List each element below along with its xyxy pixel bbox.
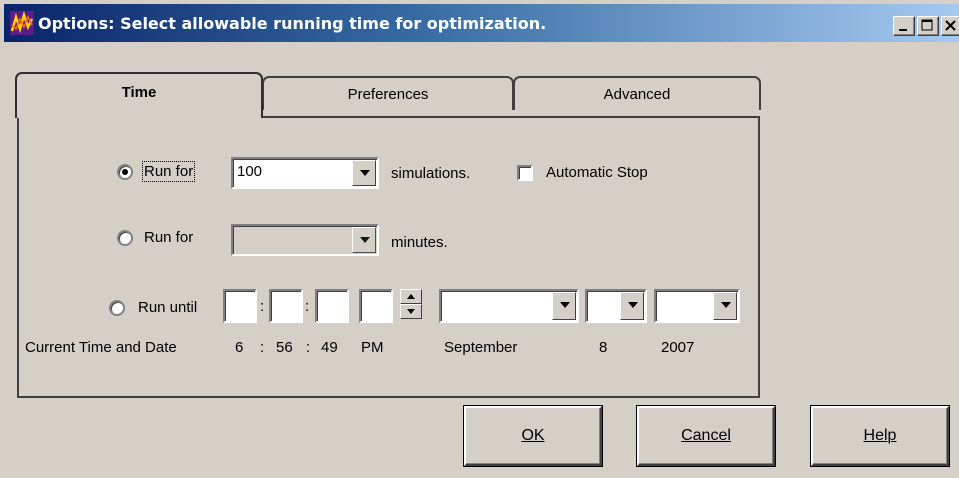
tab-preferences[interactable]: Preferences <box>262 76 514 110</box>
until-month-dropdown[interactable] <box>439 289 579 323</box>
current-year: 2007 <box>661 339 695 356</box>
close-button[interactable] <box>941 16 959 36</box>
current-separator-1: : <box>260 339 265 356</box>
run-for-simulations-radio[interactable] <box>117 164 133 180</box>
until-year-dropdown[interactable] <box>654 289 740 323</box>
until-second-field[interactable] <box>315 289 349 323</box>
title-bar[interactable]: Options: Select allowable running time f… <box>4 4 959 42</box>
until-ampm-field[interactable] <box>359 289 393 323</box>
tab-advanced-label: Advanced <box>603 85 671 103</box>
current-day: 8 <box>599 339 608 356</box>
simulations-value: 100 <box>237 163 263 180</box>
run-until-label[interactable]: Run until <box>138 299 197 316</box>
run-until-radio[interactable] <box>109 300 125 316</box>
maximize-button[interactable] <box>917 16 939 36</box>
run-for-minutes-radio[interactable] <box>117 230 133 246</box>
current-second: 49 <box>321 339 338 356</box>
minutes-suffix: minutes. <box>391 234 448 251</box>
ok-button-label: OK <box>521 427 545 444</box>
chevron-down-icon[interactable] <box>352 227 376 253</box>
spin-down-icon[interactable] <box>400 304 422 319</box>
minimize-icon <box>899 29 907 31</box>
help-button-label: Help <box>863 427 897 444</box>
cancel-button-label: Cancel <box>681 427 731 444</box>
current-hour: 6 <box>235 339 244 356</box>
until-day-dropdown[interactable] <box>585 289 647 323</box>
tab-advanced[interactable]: Advanced <box>513 76 761 110</box>
chevron-down-icon[interactable] <box>713 292 737 320</box>
chevron-down-icon[interactable] <box>620 292 644 320</box>
close-icon <box>945 20 956 31</box>
run-for-simulations-label[interactable]: Run for <box>141 161 196 182</box>
until-minute-field[interactable] <box>269 289 303 323</box>
until-separator-1: : <box>260 298 265 315</box>
until-hour-field[interactable] <box>223 289 257 323</box>
cancel-button[interactable]: Cancel <box>637 406 775 466</box>
window-title: Options: Select allowable running time f… <box>38 13 547 33</box>
chevron-down-icon[interactable] <box>352 160 376 186</box>
ok-button[interactable]: OK <box>464 406 602 466</box>
run-for-minutes-label[interactable]: Run for <box>144 229 193 246</box>
current-month: September <box>444 339 518 356</box>
help-button[interactable]: Help <box>811 406 949 466</box>
tab-time[interactable]: Time <box>15 72 263 118</box>
until-separator-2: : <box>305 298 310 315</box>
automatic-stop-checkbox[interactable] <box>517 165 533 181</box>
tab-time-label: Time <box>121 83 157 101</box>
simulations-dropdown[interactable]: 100 <box>231 157 379 189</box>
current-separator-2: : <box>306 339 311 356</box>
simulations-suffix: simulations. <box>391 165 471 182</box>
current-time-label: Current Time and Date <box>25 339 177 356</box>
app-icon <box>10 11 34 35</box>
until-time-spinner[interactable] <box>400 289 422 323</box>
maximize-icon <box>921 19 933 31</box>
time-tab-panel: Run for 100 simulations. Automatic Stop … <box>17 116 760 398</box>
minutes-dropdown[interactable] <box>231 224 379 256</box>
current-minute: 56 <box>276 339 293 356</box>
current-ampm: PM <box>361 339 384 356</box>
tab-preferences-label: Preferences <box>347 85 429 103</box>
options-dialog: Options: Select allowable running time f… <box>0 0 959 478</box>
minimize-button[interactable] <box>893 16 915 36</box>
automatic-stop-label[interactable]: Automatic Stop <box>546 164 648 181</box>
spin-up-icon[interactable] <box>400 289 422 304</box>
chevron-down-icon[interactable] <box>552 292 576 320</box>
